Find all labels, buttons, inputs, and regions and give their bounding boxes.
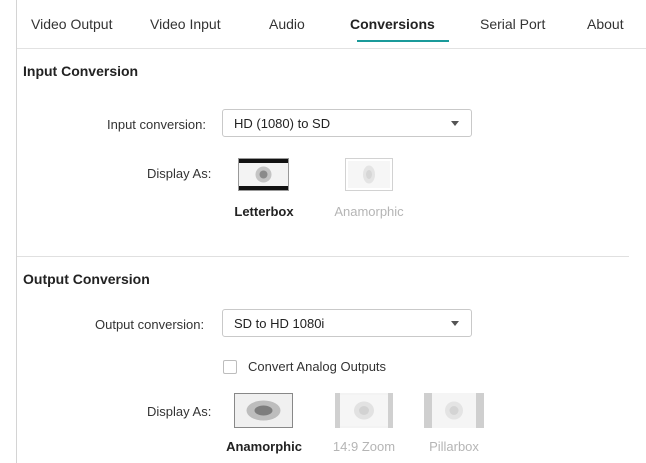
tab-serial-port[interactable]: Serial Port [480,16,545,32]
tab-about[interactable]: About [587,16,624,32]
output-conversion-heading: Output Conversion [23,271,150,287]
tab-bar: Video Output Video Input Audio Conversio… [17,0,646,49]
tab-video-input[interactable]: Video Input [150,16,221,32]
anamorphic-icon[interactable] [345,158,393,191]
input-conversion-label: Input conversion: [107,117,207,132]
convert-analog-outputs-checkbox[interactable] [223,360,237,374]
input-conversion-value: HD (1080) to SD [234,116,331,131]
tab-conversions[interactable]: Conversions [350,16,435,32]
output-anamorphic-label[interactable]: Anamorphic [220,439,308,454]
chevron-down-icon [451,121,459,126]
output-conversion-select[interactable]: SD to HD 1080i [222,309,472,337]
tab-video-output[interactable]: Video Output [31,16,112,32]
zoom-14-9-label[interactable]: 14:9 Zoom [321,439,407,454]
output-display-as-label: Display As: [147,404,212,419]
chevron-down-icon [451,321,459,326]
pillarbox-icon[interactable] [424,393,484,428]
zoom-14-9-icon[interactable] [335,393,393,428]
anamorphic-icon[interactable] [234,393,293,428]
letterbox-icon[interactable] [238,158,289,191]
section-divider [17,256,629,257]
output-conversion-label: Output conversion: [95,317,205,332]
letterbox-label[interactable]: Letterbox [231,204,297,219]
anamorphic-label[interactable]: Anamorphic [327,204,411,219]
tab-audio[interactable]: Audio [269,16,305,32]
active-tab-indicator [357,40,449,42]
output-conversion-value: SD to HD 1080i [234,316,325,331]
input-conversion-heading: Input Conversion [23,63,139,79]
pillarbox-label[interactable]: Pillarbox [414,439,494,454]
tab-divider [17,48,646,49]
conversions-panel: Video Output Video Input Audio Conversio… [16,0,646,463]
convert-analog-outputs-label[interactable]: Convert Analog Outputs [248,359,386,374]
input-display-as-label: Display As: [147,166,212,181]
input-conversion-select[interactable]: HD (1080) to SD [222,109,472,137]
